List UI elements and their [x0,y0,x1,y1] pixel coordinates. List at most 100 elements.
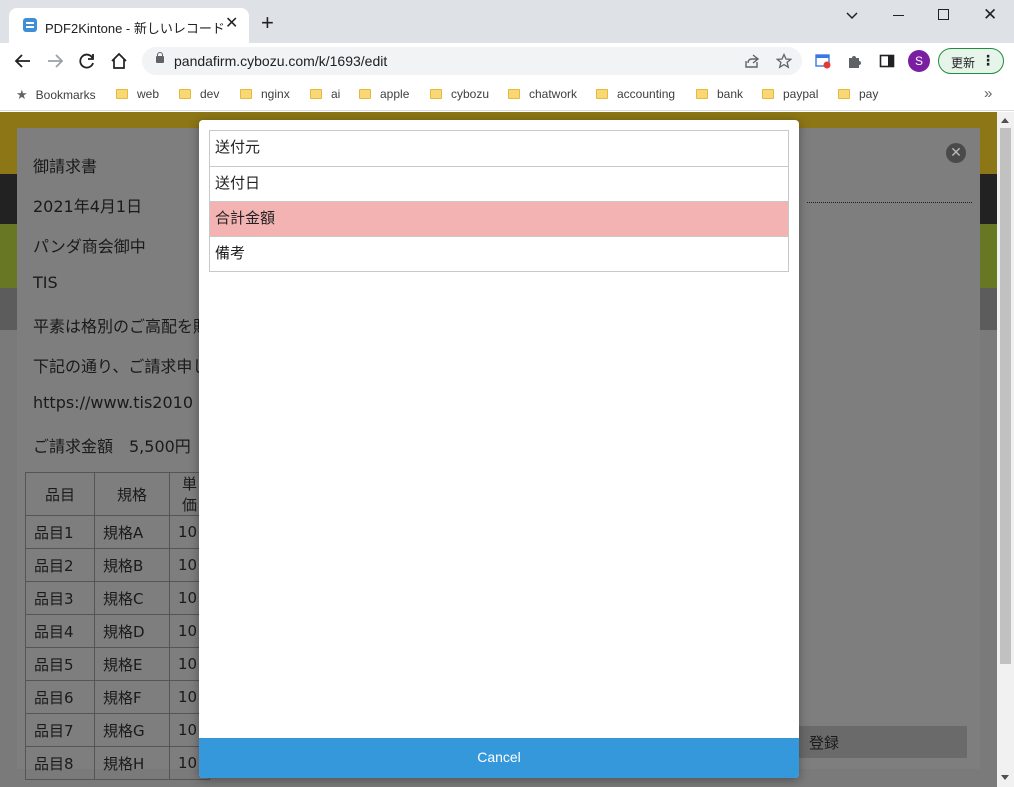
table-row: 品目2 規格B 10 [25,548,210,582]
table-header-cell: 品目 [25,472,95,516]
profile-avatar[interactable]: S [908,50,930,72]
extensions-puzzle-icon[interactable] [846,52,864,70]
folder-icon [116,89,128,99]
scroll-up-arrow-icon[interactable] [1001,118,1009,123]
app-favicon-icon [23,18,37,32]
folder-icon [310,89,322,99]
bookmark-folder[interactable]: cybozu [430,87,489,101]
update-button[interactable]: 更新 ⋮ [938,48,1004,74]
modal-close-icon[interactable]: ✕ [946,143,966,163]
document-line: 下記の通り、ご請求申し [33,357,209,376]
table-cell: 品目4 [25,614,95,648]
bookmark-folder[interactable]: nginx [240,87,290,101]
tab-strip: PDF2Kintone - 新しいレコード ✕ + ✕ [0,0,1014,43]
bookmark-folder[interactable]: accounting [596,87,675,101]
table-row: 品目4 規格D 10 [25,614,210,648]
table-header-row: 品目 規格 単価 [25,472,210,516]
document-line: ご請求金額 5,500円 [33,437,191,456]
table-cell: 規格A [94,515,170,549]
share-icon[interactable] [744,53,760,69]
bookmark-folder[interactable]: web [116,87,159,101]
cancel-button[interactable]: Cancel [199,738,799,778]
bookmark-folder[interactable]: dev [179,87,219,101]
invoice-table: 品目 規格 単価 品目1 規格A 10 品目2 規格B 10 品目3 規格C 1… [25,472,210,780]
field-option[interactable]: 備考 [210,236,788,271]
table-cell: 規格E [94,647,170,681]
folder-icon [838,89,850,99]
document-line: 平素は格別のご高配を賜 [33,317,210,336]
table-cell: 品目3 [25,581,95,615]
divider [807,202,972,203]
document-line: 2021年4月1日 [33,197,143,216]
save-button[interactable]: 登録 [792,726,967,758]
table-header-cell: 規格 [94,472,170,516]
table-cell: 規格B [94,548,170,582]
bookmark-folder[interactable]: pay [838,87,878,101]
table-cell: 品目1 [25,515,95,549]
home-icon[interactable] [109,51,129,71]
field-list: 送付元 送付日 合計金額 備考 [209,130,789,272]
table-row: 品目1 規格A 10 [25,515,210,549]
table-row: 品目5 規格E 10 [25,647,210,681]
address-bar[interactable]: pandafirm.cybozu.com/k/1693/edit [142,47,802,75]
table-row: 品目6 規格F 10 [25,680,210,714]
table-cell: 品目2 [25,548,95,582]
table-cell: 規格H [94,746,170,780]
tab-close-icon[interactable]: ✕ [225,16,238,32]
page-scrollbar[interactable] [997,112,1014,787]
new-tab-icon[interactable]: + [261,12,274,34]
field-select-dialog: 送付元 送付日 合計金額 備考 Cancel [199,120,799,778]
lock-icon[interactable] [156,52,164,63]
document-line: 御請求書 [33,157,98,176]
window-close-icon[interactable]: ✕ [983,5,997,25]
minimize-icon[interactable] [893,15,904,16]
table-row: 品目3 規格C 10 [25,581,210,615]
scroll-down-arrow-icon[interactable] [1001,775,1009,780]
more-bookmarks-icon[interactable]: » [984,85,992,102]
bookmark-star-icon[interactable] [775,52,793,69]
maximize-icon[interactable] [938,9,949,20]
field-option[interactable]: 送付日 [210,166,788,201]
back-arrow-icon[interactable] [13,51,33,71]
bookmark-folder[interactable]: bank [696,87,743,101]
bookmark-folder[interactable]: chatwork [508,87,577,101]
bookmarks-manager[interactable]: ★ Bookmarks [16,87,96,103]
table-row: 品目7 規格G 10 [25,713,210,747]
bookmark-folder[interactable]: paypal [762,87,818,101]
folder-icon [179,89,191,99]
table-cell: 規格C [94,581,170,615]
table-cell: 品目5 [25,647,95,681]
tab-title: PDF2Kintone - 新しいレコード [45,21,225,36]
folder-icon [359,89,371,99]
reload-icon[interactable] [77,51,97,71]
bookmark-folder[interactable]: apple [359,87,409,101]
table-cell: 規格G [94,713,170,747]
bookmark-folder[interactable]: ai [310,87,340,101]
scroll-thumb[interactable] [1000,128,1011,664]
folder-icon [430,89,442,99]
forward-arrow-icon[interactable] [45,51,65,71]
folder-icon [508,89,520,99]
browser-tab[interactable]: PDF2Kintone - 新しいレコード ✕ [9,8,249,43]
url-text: pandafirm.cybozu.com/k/1693/edit [174,53,388,69]
table-cell: 品目6 [25,680,95,714]
update-label: 更新 [951,56,976,70]
side-panel-icon[interactable] [878,52,896,70]
folder-icon [762,89,774,99]
document-line: パンダ商会御中 [33,237,146,256]
table-cell: 規格D [94,614,170,648]
folder-icon [240,89,252,99]
tab-search-chevron-icon[interactable] [845,8,859,27]
field-option-selected[interactable]: 合計金額 [210,201,788,236]
extension-pdf-icon[interactable] [814,52,832,70]
field-option[interactable]: 送付元 [210,131,788,166]
save-label: 登録 [809,734,840,752]
star-icon: ★ [16,87,28,102]
document-line: TIS [33,273,58,292]
document-line: https://www.tis2010 [33,393,193,412]
folder-icon [696,89,708,99]
table-cell: 品目7 [25,713,95,747]
menu-dots-icon: ⋮ [981,52,995,68]
table-cell: 品目8 [25,746,95,780]
table-row: 品目8 規格H 10 [25,746,210,780]
